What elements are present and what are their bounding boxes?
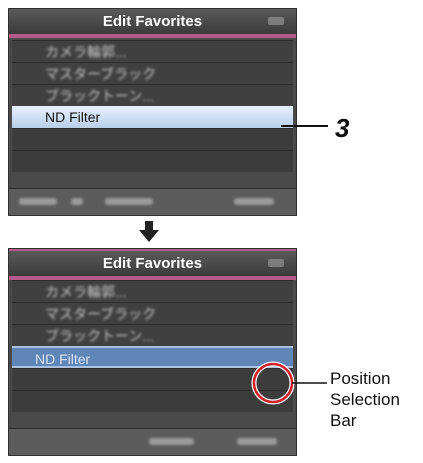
position-selection-bar-label: Position Selection Bar — [330, 368, 400, 431]
position-bar-highlight-circle — [252, 362, 294, 404]
label-line: Bar — [330, 411, 357, 430]
label-line: Selection — [330, 390, 400, 409]
label-line: Position — [330, 369, 391, 388]
step-number: 3 — [335, 113, 350, 143]
